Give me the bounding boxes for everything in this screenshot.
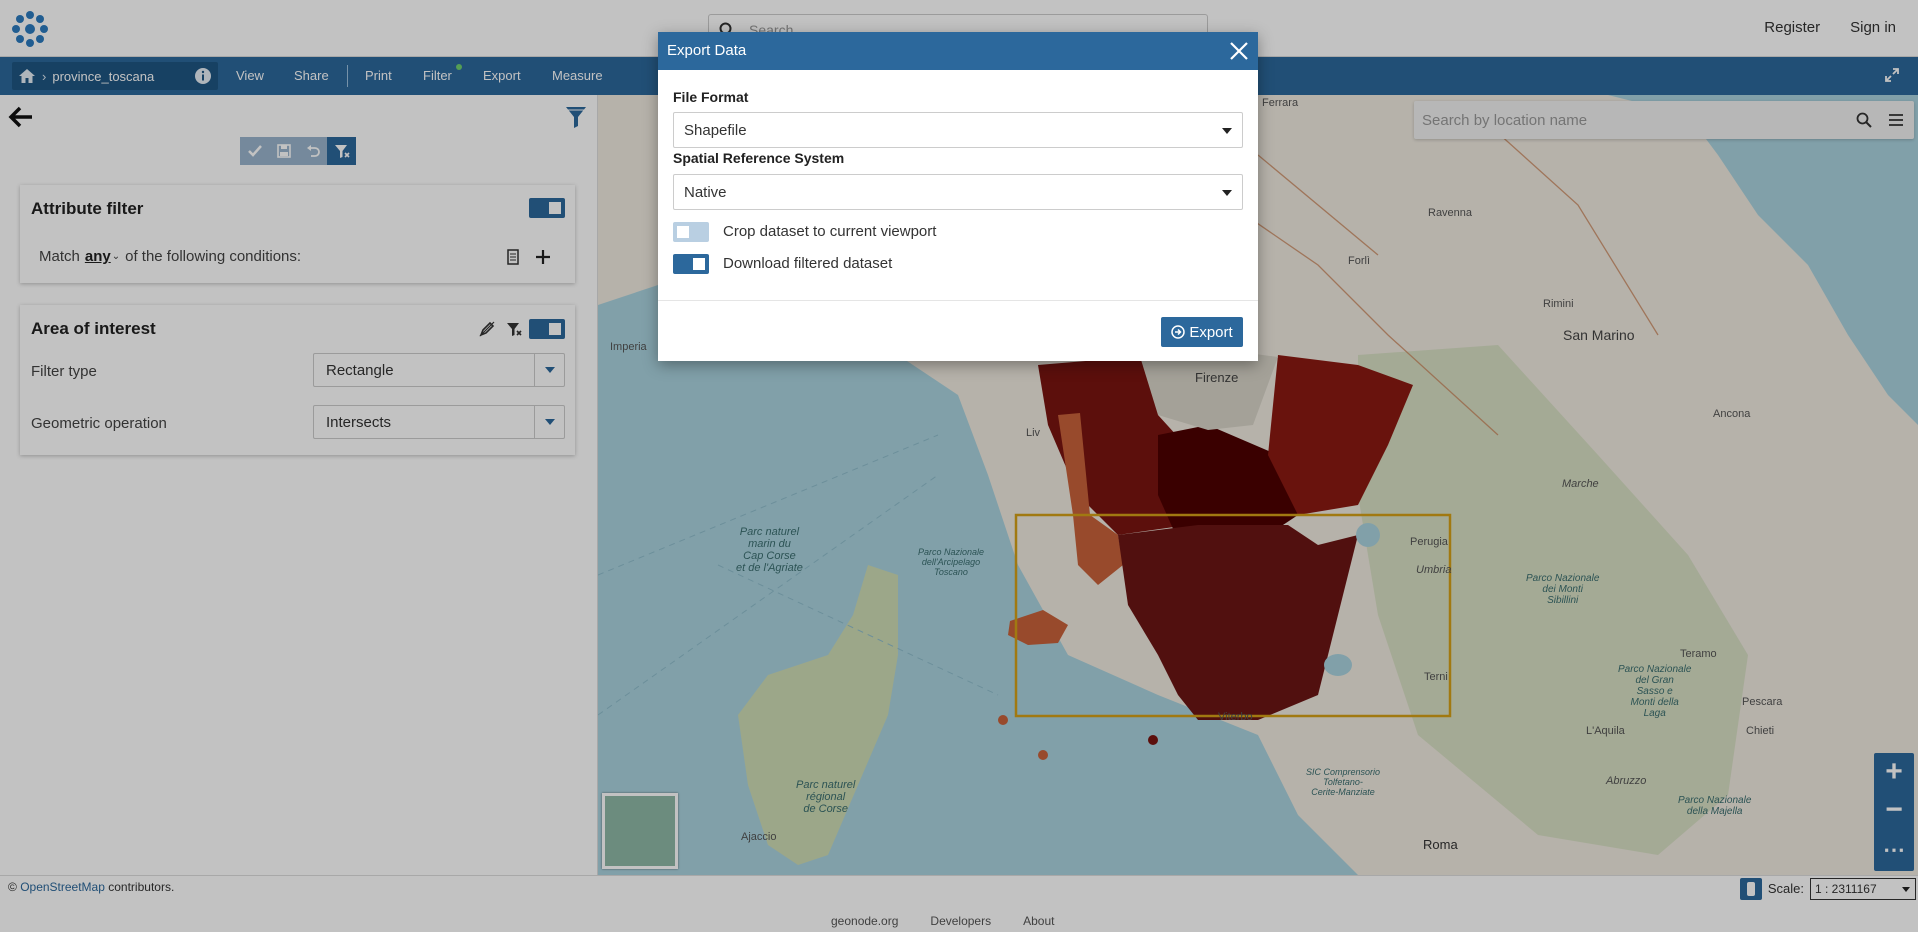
download-filtered-label: Download filtered dataset (723, 255, 893, 272)
dialog-divider (658, 300, 1258, 301)
crop-viewport-label: Crop dataset to current viewport (723, 223, 937, 240)
srs-select[interactable]: Native (673, 174, 1243, 210)
export-button-label: Export (1189, 323, 1233, 341)
file-format-label: File Format (673, 89, 749, 105)
export-data-dialog: Export Data File Format Shapefile Spatia… (658, 32, 1258, 361)
srs-label: Spatial Reference System (673, 150, 845, 166)
file-format-select[interactable]: Shapefile (673, 112, 1243, 148)
crop-viewport-toggle[interactable] (673, 222, 709, 242)
export-button[interactable]: Export (1161, 317, 1243, 347)
download-filtered-toggle[interactable] (673, 254, 709, 274)
download-circle-icon (1171, 325, 1186, 339)
close-icon[interactable] (1228, 40, 1250, 62)
dialog-title: Export Data (667, 42, 747, 59)
file-format-value: Shapefile (684, 122, 747, 139)
dialog-header: Export Data (658, 32, 1258, 70)
srs-value: Native (684, 184, 727, 201)
